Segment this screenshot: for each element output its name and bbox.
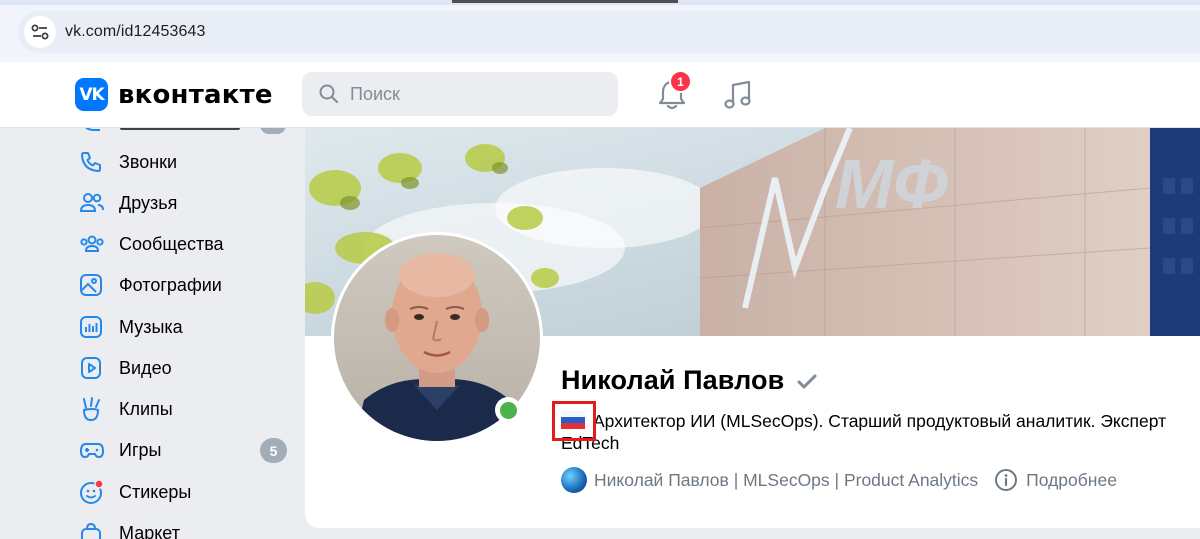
sidebar-item-label: Игры	[119, 439, 162, 460]
left-sidebar: Звонки Друзья Сообщества Фотографии Музы…	[0, 128, 305, 539]
stickers-icon	[72, 478, 112, 506]
sidebar-item-label: Маркет	[119, 522, 180, 539]
sidebar-item-clips[interactable]: Клипы	[72, 390, 296, 428]
profile-name: Николай Павлов	[561, 365, 785, 395]
address-bar[interactable]: vk.com/id12453643	[18, 11, 1200, 53]
photos-icon	[72, 271, 112, 299]
community-avatar-icon[interactable]	[561, 467, 587, 493]
verified-check-icon[interactable]	[797, 374, 817, 390]
flag-highlight-box	[552, 401, 596, 441]
sidebar-item-stickers[interactable]: Стикеры	[72, 473, 296, 511]
sidebar-item-photos[interactable]: Фотографии	[72, 266, 296, 304]
sidebar-item-label: Фотографии	[119, 274, 222, 295]
sidebar-item-label: Стикеры	[119, 481, 192, 502]
vk-logo[interactable]: VK вконтакте	[75, 78, 273, 111]
communities-icon	[72, 230, 112, 258]
video-icon	[72, 354, 112, 382]
sidebar-item-calls[interactable]: Звонки	[72, 143, 296, 181]
music-icon	[72, 313, 112, 341]
info-icon[interactable]	[994, 468, 1018, 492]
hidden-nav-label	[120, 128, 240, 130]
music-player-icon[interactable]	[720, 77, 754, 113]
sidebar-item-label: Сообщества	[119, 233, 224, 254]
online-dot	[499, 401, 517, 419]
tab-strip	[0, 0, 1200, 5]
profile-status-text: Архитектор ИИ (MLSecOps). Старший продук…	[561, 411, 1167, 453]
community-link[interactable]: Николай Павлов | MLSecOps | Product Anal…	[594, 470, 978, 491]
sidebar-item-video[interactable]: Видео	[72, 349, 296, 387]
sidebar-item-label: Клипы	[119, 398, 173, 419]
profile-status: Архитектор ИИ (MLSecOps). Старший продук…	[561, 410, 1191, 454]
clips-icon	[72, 395, 112, 423]
details-link[interactable]: Подробнее	[1026, 470, 1117, 491]
browser-toolbar: vk.com/id12453643	[0, 0, 1200, 62]
messenger-icon	[85, 128, 100, 131]
active-tab-indicator	[452, 0, 678, 3]
sidebar-item-music[interactable]: Музыка	[72, 308, 296, 346]
search-input[interactable]	[350, 72, 610, 116]
vk-logo-icon: VK	[75, 78, 108, 111]
online-indicator	[495, 397, 521, 423]
profile-links-row: Николай Павлов | MLSecOps | Product Anal…	[561, 466, 1117, 494]
search-box[interactable]	[302, 72, 618, 116]
sidebar-item-friends[interactable]: Друзья	[72, 184, 296, 222]
games-count-badge: 5	[260, 438, 287, 463]
hidden-nav-badge	[260, 128, 286, 134]
url-text[interactable]: vk.com/id12453643	[65, 23, 205, 41]
site-settings-icon[interactable]	[24, 16, 56, 48]
sidebar-item-label: Звонки	[119, 151, 178, 172]
sidebar-item-market[interactable]: Маркет	[72, 514, 296, 539]
sidebar-item-label: Музыка	[119, 316, 183, 337]
sidebar-item-label: Видео	[119, 357, 172, 378]
phone-icon	[72, 148, 112, 176]
sidebar-item-label: Друзья	[119, 192, 178, 213]
svg-text:МФ: МФ	[835, 145, 948, 223]
sidebar-item-communities[interactable]: Сообщества	[72, 225, 296, 263]
notifications-badge: 1	[669, 70, 692, 93]
vk-header: VK вконтакте 1	[0, 62, 1200, 128]
search-icon	[319, 84, 339, 104]
vk-logo-text: вконтакте	[118, 79, 273, 110]
games-icon	[72, 436, 112, 464]
market-icon	[72, 519, 112, 539]
sidebar-item-games[interactable]: Игры 5	[72, 431, 296, 469]
friends-icon	[72, 189, 112, 217]
